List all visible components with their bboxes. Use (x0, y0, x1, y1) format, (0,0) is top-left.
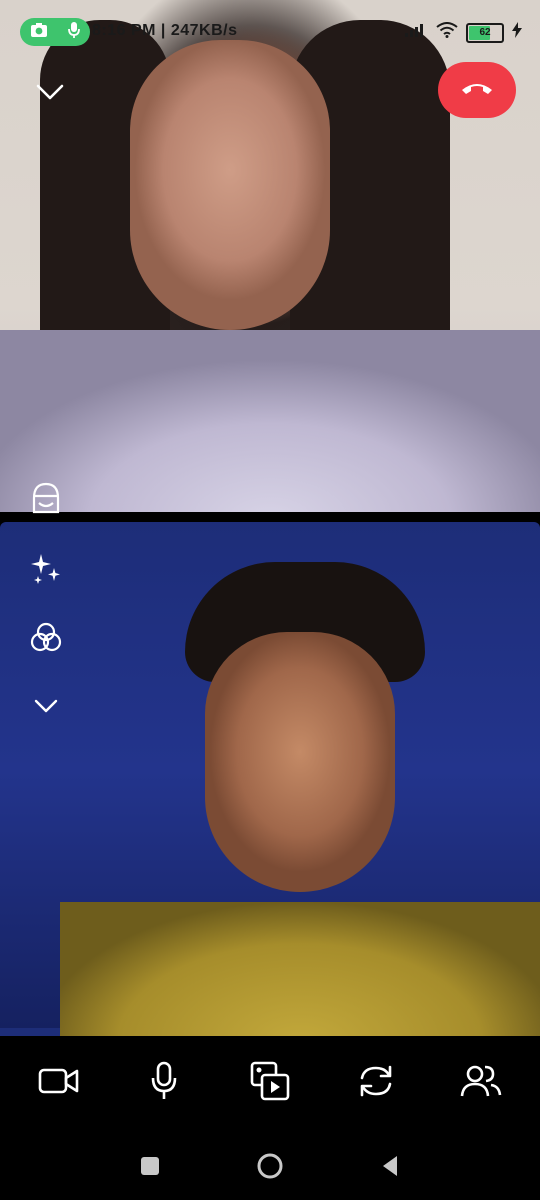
wifi-icon (436, 22, 458, 43)
effects-sparkle-icon (26, 548, 66, 593)
switch-camera-icon (356, 1061, 396, 1106)
toggle-mic-button[interactable] (136, 1058, 192, 1108)
share-media-button[interactable] (242, 1058, 298, 1108)
mic-icon (67, 21, 81, 44)
color-filter-button[interactable] (24, 620, 68, 660)
charging-icon (512, 22, 522, 43)
home-button[interactable] (248, 1146, 292, 1190)
recording-indicator[interactable] (20, 18, 90, 46)
hang-up-icon (460, 79, 494, 102)
more-effects-button[interactable] (24, 688, 68, 728)
self-video-shape (60, 902, 540, 1036)
video-camera-icon (38, 1066, 80, 1101)
remote-video-shape (130, 40, 330, 330)
camera-icon (30, 22, 48, 43)
status-time: 8:16 PM | 247KB/s (92, 22, 238, 39)
recents-square-icon (139, 1155, 161, 1182)
end-call-button[interactable] (438, 62, 516, 118)
battery-level: 62 (479, 27, 491, 38)
back-button[interactable] (368, 1146, 412, 1190)
system-navigation-bar (0, 1146, 540, 1190)
media-share-icon (249, 1060, 291, 1107)
toggle-video-button[interactable] (31, 1058, 87, 1108)
chevron-down-icon (30, 84, 70, 114)
home-circle-icon (255, 1151, 285, 1186)
recents-button[interactable] (128, 1146, 172, 1190)
battery-indicator: 62 (466, 22, 504, 43)
microphone-icon (149, 1061, 179, 1106)
face-filter-button[interactable] (24, 480, 68, 520)
system-icons: 62 (404, 22, 522, 43)
face-filter-icon (26, 478, 66, 523)
effects-button[interactable] (24, 550, 68, 590)
self-video-feed[interactable] (0, 522, 540, 1036)
remote-video-shape (0, 330, 540, 512)
self-video-shape (205, 632, 395, 892)
signal-icon (404, 23, 428, 42)
participants-icon (460, 1063, 502, 1104)
color-filter-icon (26, 618, 66, 663)
back-triangle-icon (379, 1154, 401, 1183)
call-controls-bar (0, 1036, 540, 1200)
chevron-down-icon (28, 691, 64, 726)
minimize-call-button[interactable] (30, 74, 70, 110)
participants-button[interactable] (453, 1058, 509, 1108)
call-controls (0, 1058, 540, 1108)
status-bar: 8:16 PM | 247KB/s 62 (0, 0, 540, 64)
switch-camera-button[interactable] (348, 1058, 404, 1108)
